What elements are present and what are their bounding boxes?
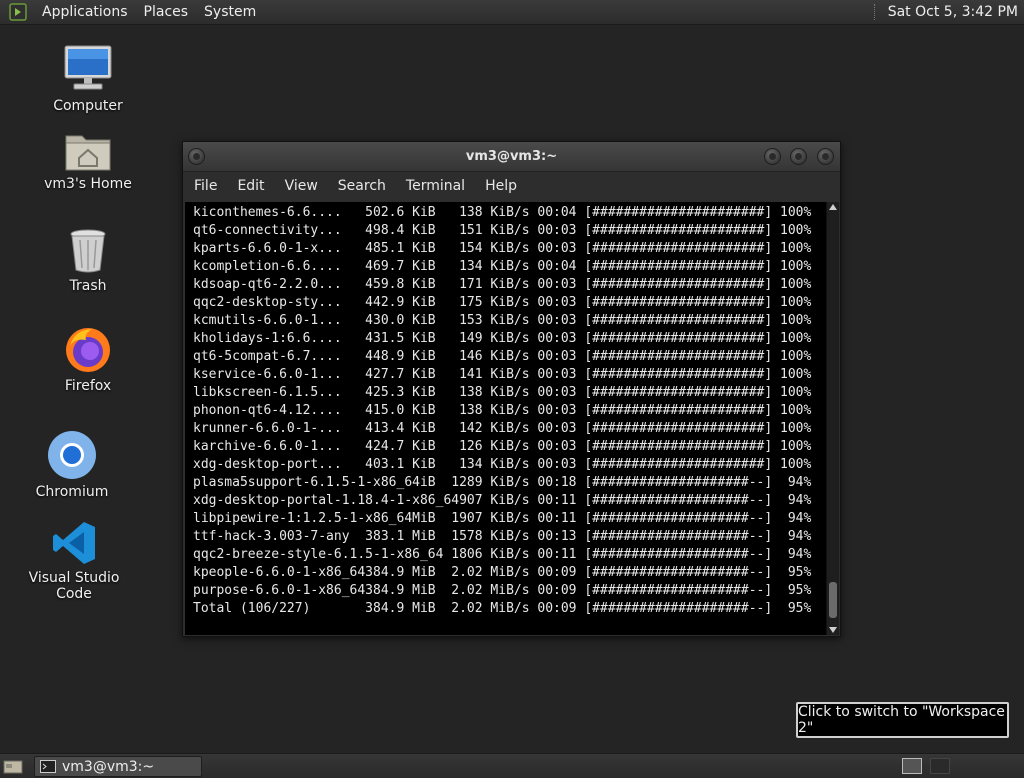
terminal-line: qqc2-breeze-style-6.1.5-1-x86_64 1806 Ki… — [193, 547, 812, 562]
terminal-line: purpose-6.6.0-1-x86_64384.9 MiB 2.02 MiB… — [193, 583, 812, 598]
scroll-down-arrow-icon[interactable] — [829, 627, 837, 633]
workspace-tooltip: Click to switch to "Workspace 2" — [796, 702, 1009, 738]
system-menu[interactable]: System — [196, 4, 264, 20]
terminal-titlebar[interactable]: vm3@vm3:~ — [183, 142, 840, 172]
terminal-line: libpipewire-1:1.2.5-1-x86_64MiB 1907 KiB… — [193, 511, 812, 526]
terminal-line: phonon-qt6-4.12.... 415.0 KiB 138 KiB/s … — [193, 403, 812, 418]
terminal-line: kcmutils-6.6.0-1... 430.0 KiB 153 KiB/s … — [193, 313, 812, 328]
show-desktop-icon[interactable] — [3, 758, 23, 775]
terminal-line: kcompletion-6.6.... 469.7 KiB 134 KiB/s … — [193, 259, 812, 274]
terminal-line: ttf-hack-3.003-7-any 383.1 MiB 1578 KiB/… — [193, 529, 812, 544]
menu-help[interactable]: Help — [478, 178, 530, 194]
terminal-line: karchive-6.6.0-1... 424.7 KiB 126 KiB/s … — [193, 439, 812, 454]
desktop-icon-trash[interactable]: Trash — [28, 228, 148, 294]
terminal-line: krunner-6.6.0-1-... 413.4 KiB 142 KiB/s … — [193, 421, 812, 436]
terminal-line: Total (106/227) 384.9 MiB 2.02 MiB/s 00:… — [193, 601, 812, 616]
trash-icon — [70, 229, 106, 273]
clock[interactable]: Sat Oct 5, 3:42 PM — [888, 4, 1024, 20]
vscode-icon — [53, 522, 95, 564]
desktop-icon-label: Trash — [69, 278, 107, 294]
minimize-button[interactable] — [764, 148, 781, 165]
home-folder-icon — [65, 135, 111, 171]
terminal-line: qqc2-desktop-sty... 442.9 KiB 175 KiB/s … — [193, 295, 812, 310]
maximize-button[interactable] — [790, 148, 807, 165]
distro-logo-icon[interactable] — [8, 2, 28, 22]
top-panel: Applications Places System Sat Oct 5, 3:… — [0, 0, 1024, 25]
menu-terminal[interactable]: Terminal — [399, 178, 478, 194]
terminal-line: kholidays-1:6.6.... 431.5 KiB 149 KiB/s … — [193, 331, 812, 346]
terminal-line: xdg-desktop-portal-1.18.4-1-x86_64907 Ki… — [193, 493, 812, 508]
terminal-line: plasma5support-6.1.5-1-x86_64iB 1289 KiB… — [193, 475, 812, 490]
terminal-line: kdsoap-qt6-2.2.0... 459.8 KiB 171 KiB/s … — [193, 277, 812, 292]
workspace-1-switcher[interactable] — [902, 758, 922, 774]
desktop-icon-home[interactable]: vm3's Home — [28, 128, 148, 192]
terminal-line: kparts-6.6.0-1-x... 485.1 KiB 154 KiB/s … — [193, 241, 812, 256]
bottom-panel: vm3@vm3:~ — [0, 753, 1024, 778]
desktop-icon-computer[interactable]: Computer — [28, 44, 148, 114]
terminal-line: kpeople-6.6.0-1-x86_64384.9 MiB 2.02 MiB… — [193, 565, 812, 580]
menu-view[interactable]: View — [278, 178, 331, 194]
desktop-icon-label: Computer — [53, 98, 123, 114]
desktop-icon-firefox[interactable]: Firefox — [28, 326, 148, 394]
window-title: vm3@vm3:~ — [465, 149, 558, 164]
computer-icon — [64, 45, 112, 90]
scroll-up-arrow-icon[interactable] — [829, 204, 837, 210]
clock-separator — [873, 4, 880, 20]
workspace-2-switcher[interactable] — [930, 758, 950, 774]
menu-edit[interactable]: Edit — [230, 178, 277, 194]
terminal-window[interactable]: vm3@vm3:~ File Edit View Search Terminal… — [182, 141, 841, 637]
scroll-thumb[interactable] — [829, 582, 837, 618]
desktop-icon-chromium[interactable]: Chromium — [12, 430, 132, 500]
desktop-icon-vscode[interactable]: Visual Studio Code — [14, 520, 134, 602]
terminal-line: xdg-desktop-port... 403.1 KiB 134 KiB/s … — [193, 457, 812, 472]
terminal-scrollbar[interactable] — [826, 202, 839, 635]
taskbar-item-terminal[interactable]: vm3@vm3:~ — [34, 756, 202, 777]
desktop-icon-label: Visual Studio Code — [28, 570, 120, 602]
close-button[interactable] — [817, 148, 834, 165]
desktop-icon-label: Chromium — [35, 484, 109, 500]
terminal-line: qt6-5compat-6.7.... 448.9 KiB 146 KiB/s … — [193, 349, 812, 364]
chromium-icon — [48, 431, 96, 479]
applications-menu[interactable]: Applications — [34, 4, 136, 20]
places-menu[interactable]: Places — [136, 4, 197, 20]
terminal-line: kservice-6.6.0-1... 427.7 KiB 141 KiB/s … — [193, 367, 812, 382]
terminal-line: libkscreen-6.1.5... 425.3 KiB 138 KiB/s … — [193, 385, 812, 400]
taskbar-item-label: vm3@vm3:~ — [62, 758, 155, 775]
terminal-line: kiconthemes-6.6.... 502.6 KiB 138 KiB/s … — [193, 205, 812, 220]
terminal-menubar: File Edit View Search Terminal Help — [183, 172, 840, 200]
terminal-output: kiconthemes-6.6.... 502.6 KiB 138 KiB/s … — [185, 202, 827, 618]
desktop-icon-label: vm3's Home — [44, 176, 132, 192]
menu-search[interactable]: Search — [331, 178, 399, 194]
terminal-line: qt6-connectivity... 498.4 KiB 151 KiB/s … — [193, 223, 812, 238]
terminal-icon — [40, 760, 56, 773]
menu-file[interactable]: File — [187, 178, 230, 194]
desktop-icon-label: Firefox — [64, 378, 112, 394]
firefox-icon — [66, 328, 110, 372]
terminal-screen[interactable]: kiconthemes-6.6.... 502.6 KiB 138 KiB/s … — [185, 202, 827, 635]
